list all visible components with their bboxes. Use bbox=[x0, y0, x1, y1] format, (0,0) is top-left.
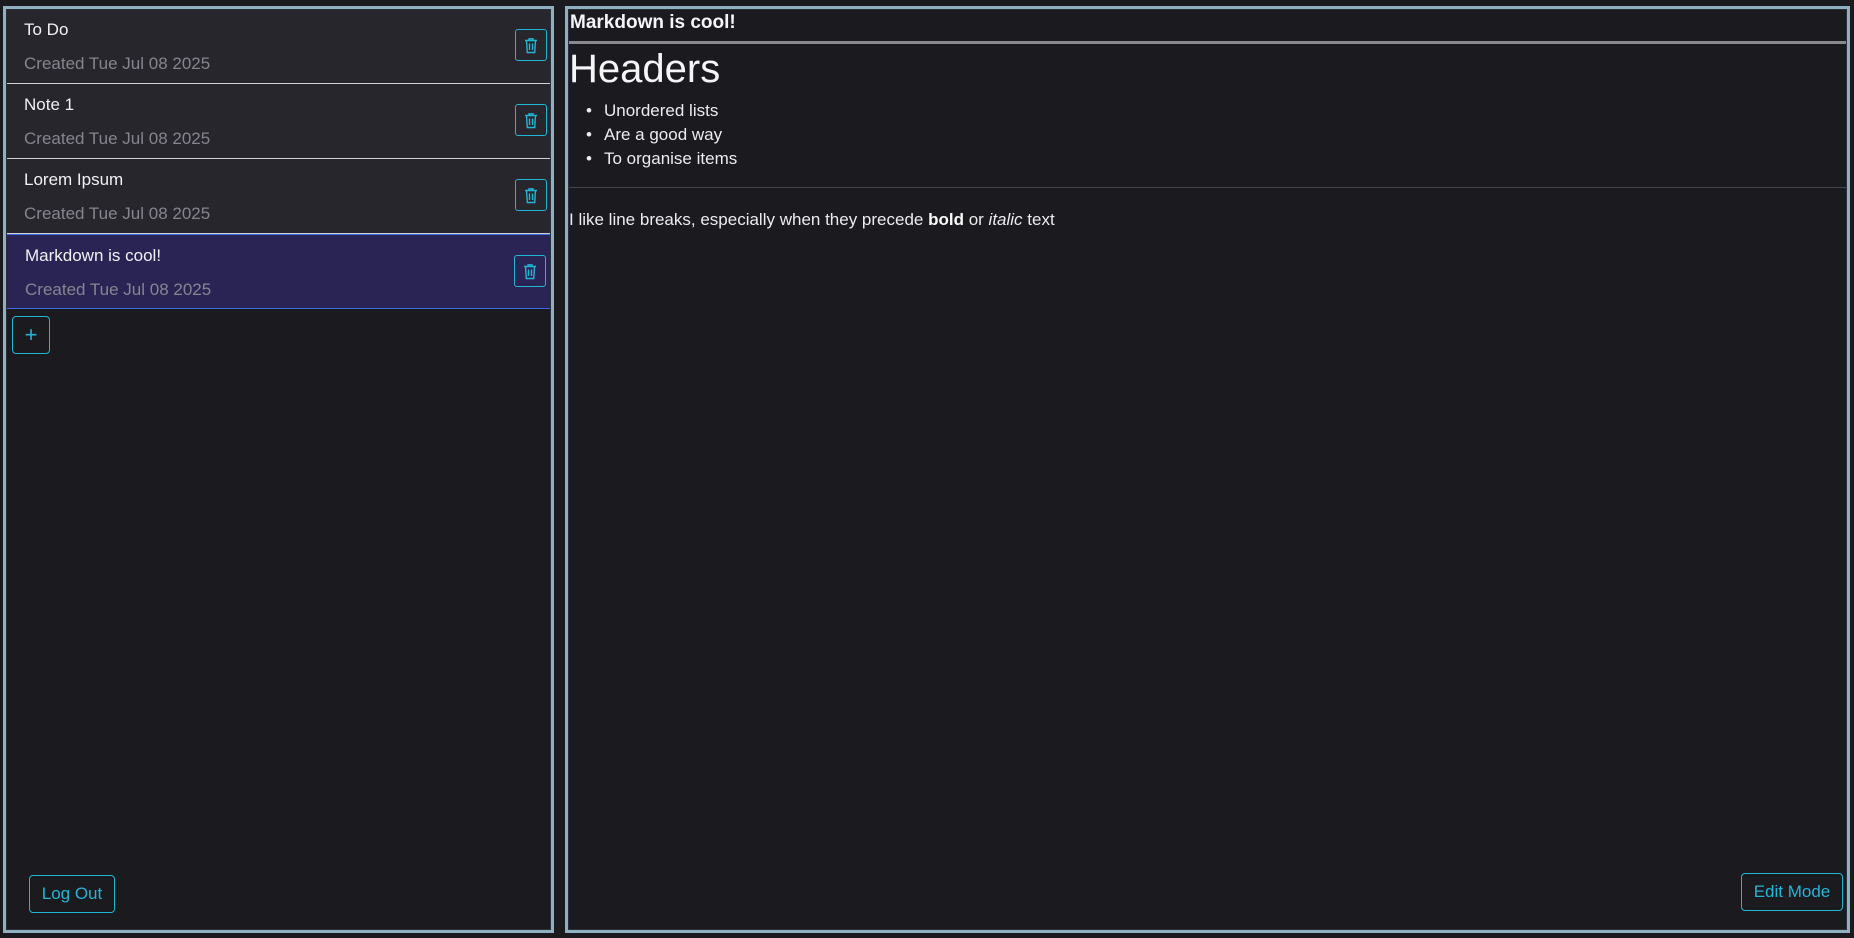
delete-note-button[interactable] bbox=[515, 29, 547, 61]
note-item-note-1[interactable]: Note 1 Created Tue Jul 08 2025 bbox=[6, 84, 551, 159]
note-title: Markdown is cool! bbox=[25, 246, 162, 265]
notes-sidebar: To Do Created Tue Jul 08 2025 Note 1 Cre… bbox=[3, 6, 554, 933]
para-text: or bbox=[963, 210, 989, 229]
markdown-horizontal-rule bbox=[568, 187, 1847, 188]
notes-app: To Do Created Tue Jul 08 2025 Note 1 Cre… bbox=[0, 0, 1854, 938]
note-title: Note 1 bbox=[24, 95, 75, 114]
note-created-date: Created Tue Jul 08 2025 bbox=[24, 204, 211, 223]
note-list: To Do Created Tue Jul 08 2025 Note 1 Cre… bbox=[6, 9, 551, 309]
note-created-date: Created Tue Jul 08 2025 bbox=[24, 54, 211, 73]
markdown-h1: Headers bbox=[569, 47, 721, 91]
delete-note-button[interactable] bbox=[515, 104, 547, 136]
note-created-date: Created Tue Jul 08 2025 bbox=[25, 280, 212, 299]
note-heading: Markdown is cool! bbox=[570, 12, 736, 33]
para-text: I like line breaks, especially when they… bbox=[569, 210, 929, 229]
para-italic-text: italic bbox=[988, 210, 1023, 229]
list-item: To organise items bbox=[586, 147, 737, 171]
delete-note-button[interactable] bbox=[514, 255, 546, 287]
plus-icon: + bbox=[24, 322, 38, 347]
markdown-paragraph: I like line breaks, especially when they… bbox=[569, 210, 1055, 230]
trash-icon bbox=[524, 263, 536, 279]
note-item-lorem-ipsum[interactable]: Lorem Ipsum Created Tue Jul 08 2025 bbox=[6, 159, 551, 234]
para-text: text bbox=[1022, 210, 1055, 229]
markdown-list: Unordered lists Are a good way To organi… bbox=[586, 99, 737, 171]
note-item-markdown-is-cool[interactable]: Markdown is cool! Created Tue Jul 08 202… bbox=[6, 234, 551, 309]
edit-mode-button[interactable]: Edit Mode bbox=[1741, 873, 1843, 911]
note-title: Lorem Ipsum bbox=[24, 170, 124, 189]
add-note-button[interactable]: + bbox=[12, 316, 50, 354]
note-item-to-do[interactable]: To Do Created Tue Jul 08 2025 bbox=[6, 9, 551, 84]
delete-note-button[interactable] bbox=[515, 179, 547, 211]
trash-icon bbox=[525, 112, 537, 128]
note-viewer: Markdown is cool! Headers Unordered list… bbox=[565, 6, 1850, 933]
para-bold-text: bold bbox=[928, 210, 964, 229]
heading-divider bbox=[568, 41, 1847, 44]
list-item: Unordered lists bbox=[586, 99, 737, 123]
list-item: Are a good way bbox=[586, 123, 737, 147]
trash-icon bbox=[525, 187, 537, 203]
trash-icon bbox=[525, 37, 537, 53]
note-title: To Do bbox=[24, 20, 69, 39]
note-created-date: Created Tue Jul 08 2025 bbox=[24, 129, 211, 148]
logout-button[interactable]: Log Out bbox=[29, 875, 115, 913]
